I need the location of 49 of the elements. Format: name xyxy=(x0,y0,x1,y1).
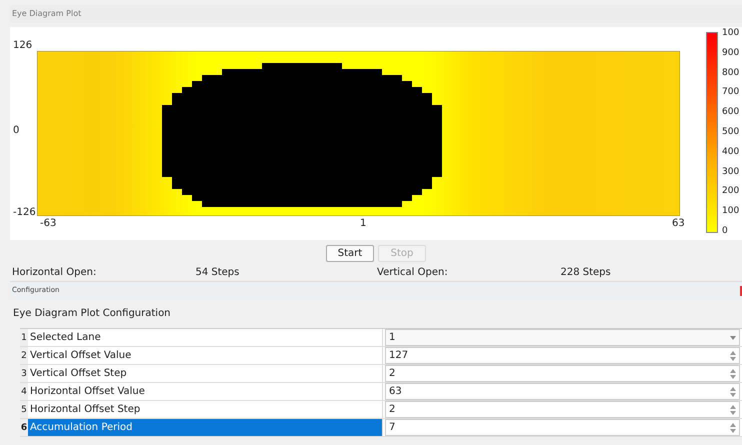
axis-tick-label: 1 xyxy=(360,218,366,230)
property-name[interactable]: Vertical Offset Value xyxy=(28,347,383,364)
row-number: 1 xyxy=(20,329,28,346)
property-name[interactable]: Accumulation Period xyxy=(28,419,383,436)
spin-box[interactable]: 2 xyxy=(385,365,740,382)
result-label: Vertical Open: xyxy=(377,266,449,280)
colorbar-tick-label: 0 xyxy=(722,226,728,236)
axis-tick-label: 63 xyxy=(672,218,685,230)
colorbar-tick-label: 400 xyxy=(722,146,740,157)
panel-title: Eye Diagram Plot xyxy=(12,8,82,20)
marker xyxy=(740,286,742,296)
property-name[interactable]: Vertical Offset Step xyxy=(28,365,383,382)
spin-box[interactable]: 2 xyxy=(385,401,740,418)
result-value: 228 Steps xyxy=(560,266,612,280)
colorbar-tick-label: 600 xyxy=(722,107,740,118)
row-number: 6 xyxy=(20,419,28,436)
result-label: Horizontal Open: xyxy=(12,266,98,280)
spin-arrows-icon[interactable] xyxy=(730,422,736,432)
spin-box[interactable]: 127 xyxy=(385,347,740,364)
colorbar-tick-label: 200 xyxy=(722,186,740,196)
axis-tick-label: 0 xyxy=(13,125,20,137)
dropdown[interactable]: 1 xyxy=(385,329,740,346)
section-heading: Eye Diagram Plot Configuration xyxy=(12,307,172,321)
spin-box[interactable]: 7 xyxy=(385,419,740,436)
row-number: 2 xyxy=(20,347,28,364)
property-name[interactable]: Horizontal Offset Step xyxy=(28,401,383,418)
row-number: 5 xyxy=(20,401,28,418)
spin-arrows-icon[interactable] xyxy=(730,368,736,378)
axis-tick-label: 126 xyxy=(13,40,32,52)
colorbar-tick-label: 100 xyxy=(722,28,740,38)
property-name[interactable]: Horizontal Offset Value xyxy=(28,383,383,400)
spin-box[interactable]: 63 xyxy=(385,383,740,400)
axis-tick-label: -63 xyxy=(40,218,56,230)
colorbar-tick-label: 900 xyxy=(722,48,740,58)
colorbar-tick-label: 100 xyxy=(722,206,740,216)
colorbar-tick-label: 500 xyxy=(722,127,740,137)
spin-arrows-icon[interactable] xyxy=(730,350,736,360)
result-value: 54 Steps xyxy=(195,266,240,280)
action-button[interactable]: Start xyxy=(326,245,374,262)
spin-arrows-icon[interactable] xyxy=(730,386,736,396)
row-number: 4 xyxy=(20,383,28,400)
colorbar-tick-label: 800 xyxy=(722,68,740,78)
row-number: 3 xyxy=(20,365,28,382)
caret-icon[interactable] xyxy=(730,336,736,340)
colorbar-tick-label: 300 xyxy=(722,166,740,177)
property-name[interactable]: Selected Lane xyxy=(28,329,383,346)
spin-arrows-icon[interactable] xyxy=(730,404,736,414)
axis-tick-label: -126 xyxy=(13,207,36,219)
colorbar-tick-label: 700 xyxy=(722,87,740,98)
